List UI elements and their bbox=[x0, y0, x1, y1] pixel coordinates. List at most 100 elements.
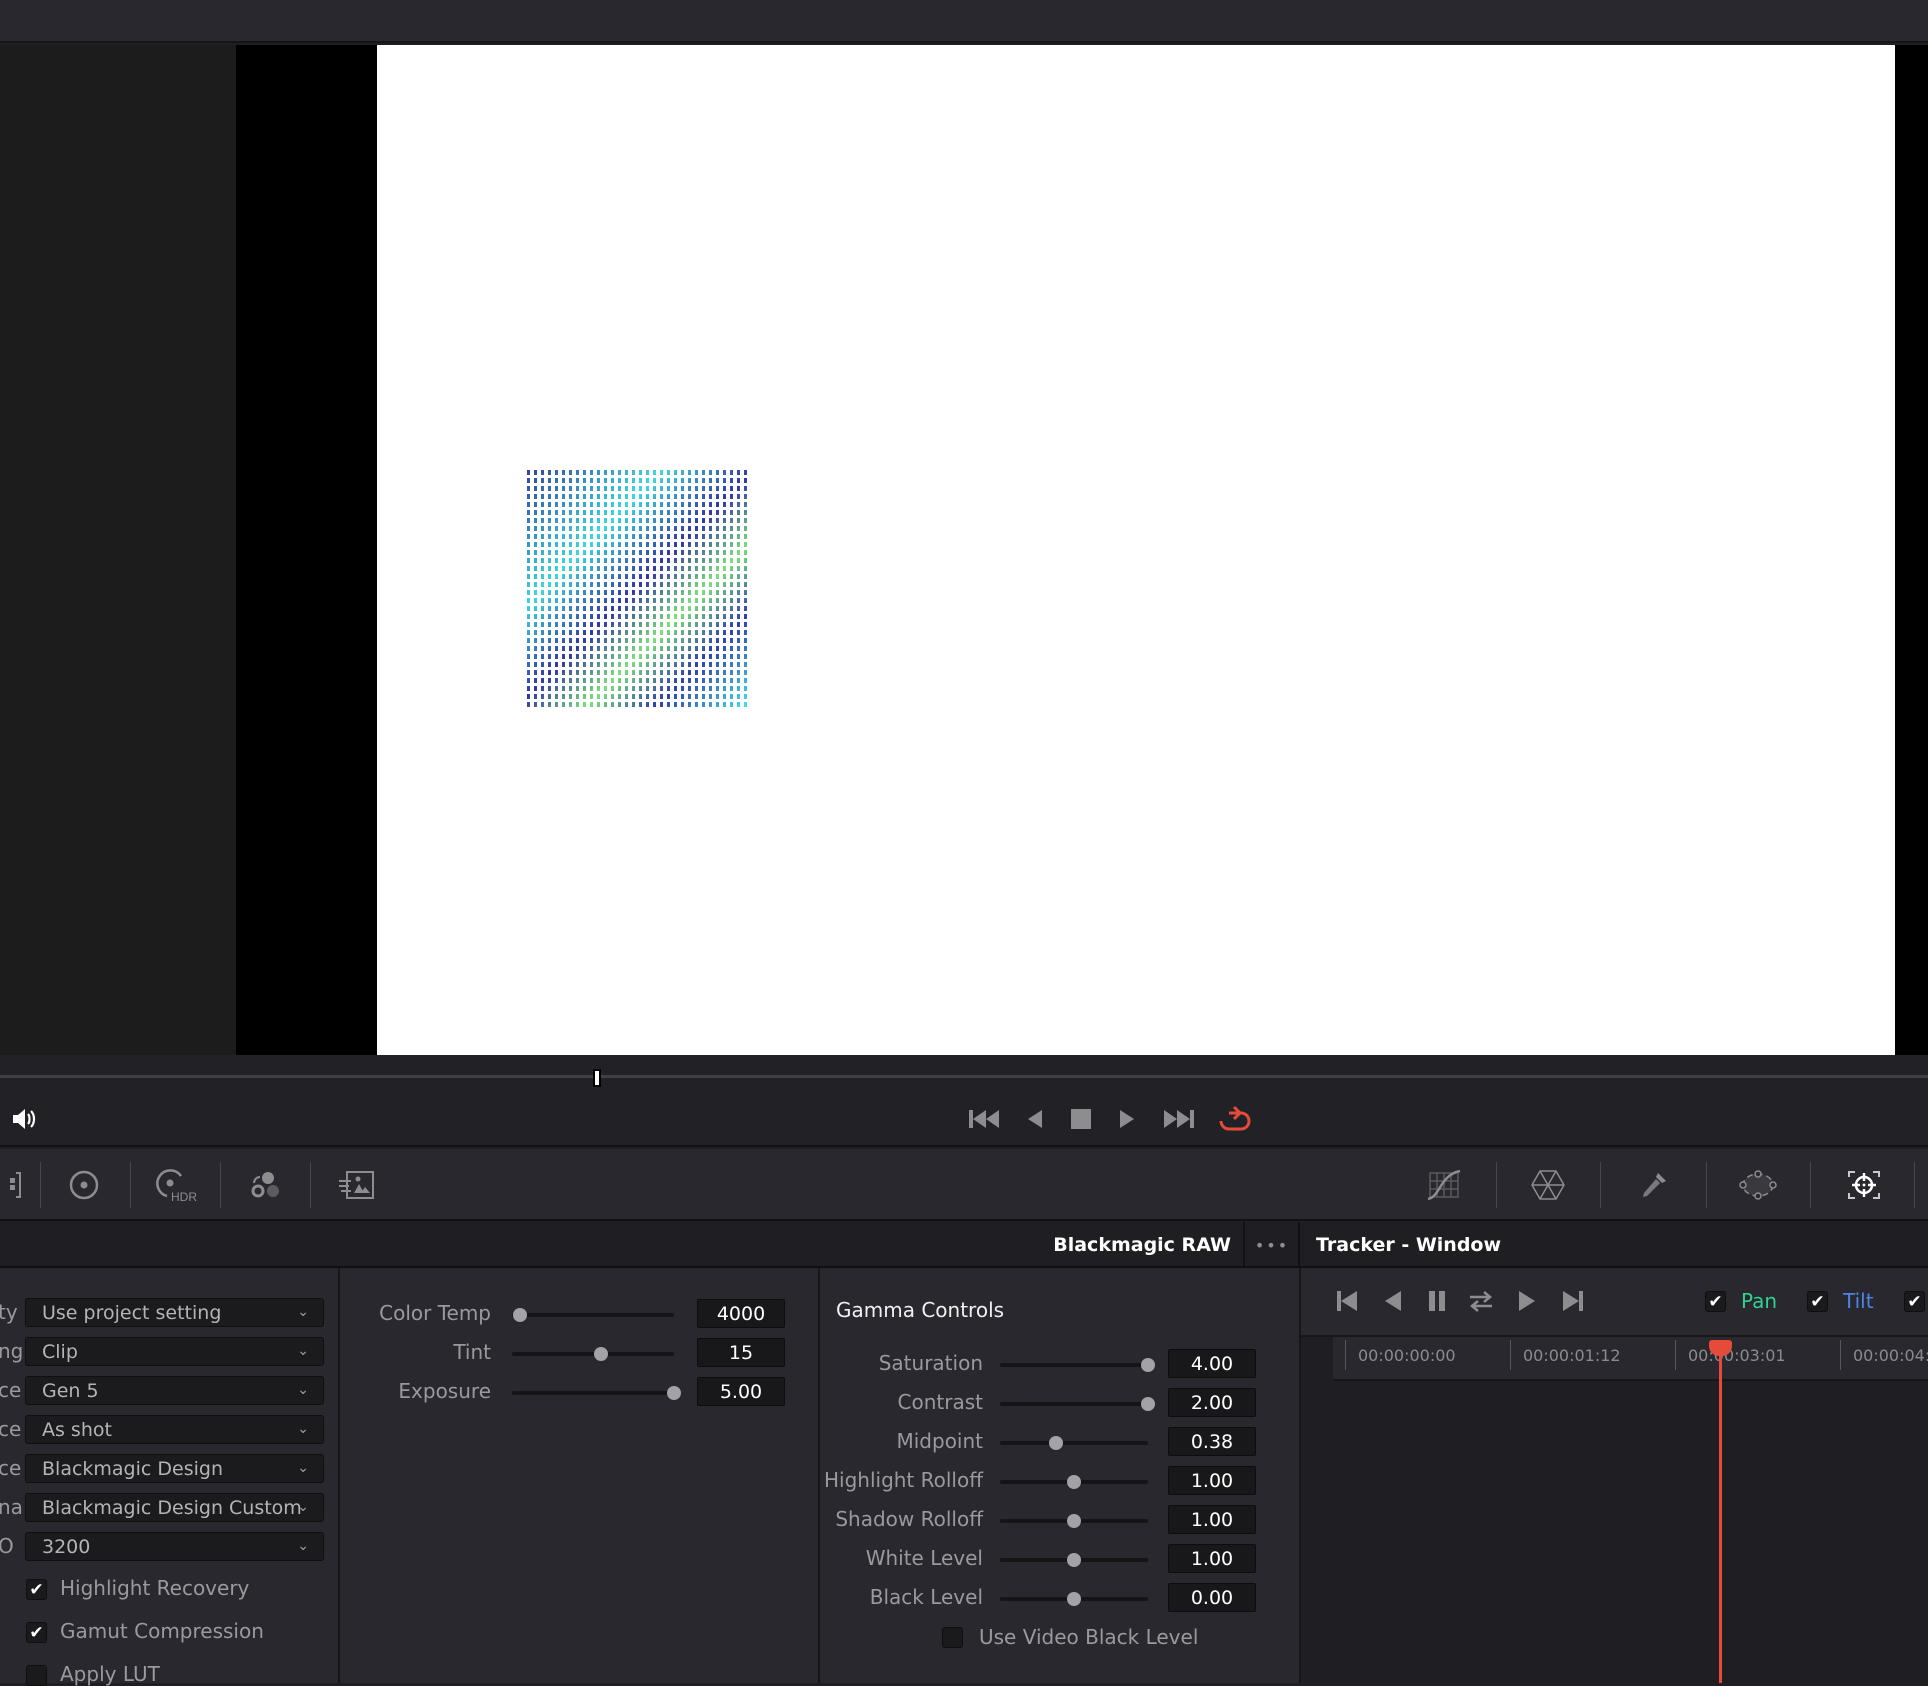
gamma-label: Contrast bbox=[897, 1390, 983, 1414]
tracker-option-checkbox[interactable]: ✔ bbox=[1807, 1291, 1828, 1312]
jump-to-end-button[interactable] bbox=[1158, 1102, 1198, 1136]
white-balance-value-field[interactable]: 4000 bbox=[697, 1299, 785, 1328]
raw-setting-select[interactable]: Use project setting ⌄ bbox=[25, 1298, 324, 1327]
white-balance-slider-knob[interactable] bbox=[667, 1386, 681, 1400]
track-forward-button[interactable] bbox=[1510, 1286, 1544, 1316]
skip-forward-icon bbox=[1164, 1110, 1194, 1128]
curves-tab[interactable] bbox=[1420, 1163, 1468, 1207]
ruler-tick bbox=[1510, 1340, 1511, 1370]
scrubber-bar[interactable] bbox=[0, 1055, 1928, 1090]
volume-button[interactable] bbox=[10, 1102, 40, 1136]
gamma-value-field[interactable]: 4.00 bbox=[1168, 1349, 1256, 1378]
reverse-button[interactable] bbox=[1020, 1102, 1050, 1136]
raw-option-checkbox[interactable]: ✔ bbox=[26, 1579, 47, 1600]
white-balance-slider[interactable] bbox=[512, 1386, 681, 1400]
toolbar-divider bbox=[1706, 1162, 1707, 1208]
toolbar-divider bbox=[130, 1162, 131, 1208]
gamma-slider-knob[interactable] bbox=[1141, 1358, 1155, 1372]
loop-button[interactable] bbox=[1215, 1102, 1255, 1136]
raw-setting-select[interactable]: Clip ⌄ bbox=[25, 1337, 324, 1366]
motion-effects-tab[interactable] bbox=[332, 1163, 380, 1207]
ruler-tick bbox=[1840, 1340, 1841, 1370]
panel-header-bar bbox=[0, 1222, 1928, 1268]
white-balance-slider-knob[interactable] bbox=[594, 1347, 609, 1361]
gamma-slider[interactable] bbox=[1000, 1514, 1148, 1528]
tracker-tab[interactable] bbox=[1840, 1163, 1888, 1207]
gamma-slider-knob[interactable] bbox=[1141, 1397, 1155, 1411]
scrubber-track[interactable] bbox=[0, 1075, 1928, 1078]
gamma-value-field[interactable]: 1.00 bbox=[1168, 1544, 1256, 1573]
play-button[interactable] bbox=[1112, 1102, 1142, 1136]
pause-button[interactable] bbox=[1420, 1286, 1454, 1316]
gamma-slider[interactable] bbox=[1000, 1397, 1155, 1411]
step-first-icon bbox=[1337, 1291, 1357, 1311]
toolbar-divider bbox=[1496, 1162, 1497, 1208]
gamma-slider-knob[interactable] bbox=[1067, 1553, 1081, 1567]
gamma-slider-knob[interactable] bbox=[1067, 1514, 1081, 1528]
white-balance-label: Tint bbox=[453, 1340, 491, 1364]
gamma-value-field[interactable]: 1.00 bbox=[1168, 1505, 1256, 1534]
raw-setting-select[interactable]: As shot ⌄ bbox=[25, 1415, 324, 1444]
chevron-down-icon: ⌄ bbox=[297, 1343, 309, 1359]
motion-effects-icon bbox=[339, 1171, 374, 1199]
jump-to-start-button[interactable] bbox=[965, 1102, 1005, 1136]
gamma-slider[interactable] bbox=[1000, 1358, 1155, 1372]
gamma-slider-knob[interactable] bbox=[1067, 1475, 1081, 1489]
use-video-black-level-checkbox[interactable] bbox=[942, 1627, 963, 1648]
tracker-option-label: Pan bbox=[1741, 1289, 1778, 1313]
raw-setting-select[interactable]: Blackmagic Design ⌄ bbox=[25, 1454, 324, 1483]
color-warper-icon bbox=[1531, 1170, 1565, 1200]
raw-option-label: Gamut Compression bbox=[60, 1619, 264, 1643]
white-balance-slider[interactable] bbox=[512, 1347, 674, 1361]
white-balance-slider-knob[interactable] bbox=[513, 1308, 528, 1322]
track-to-end-button[interactable] bbox=[1556, 1286, 1590, 1316]
gamma-slider[interactable] bbox=[1000, 1592, 1148, 1606]
white-balance-value-field[interactable]: 15 bbox=[697, 1338, 785, 1367]
color-chart-pattern bbox=[527, 467, 747, 707]
raw-option-checkbox[interactable]: ✔ bbox=[26, 1622, 47, 1643]
color-wheels-tab[interactable] bbox=[60, 1163, 108, 1207]
track-reverse-button[interactable] bbox=[1376, 1286, 1410, 1316]
gamma-slider-knob[interactable] bbox=[1067, 1592, 1081, 1606]
chevron-down-icon: ⌄ bbox=[297, 1460, 309, 1476]
raw-setting-select[interactable]: Gen 5 ⌄ bbox=[25, 1376, 324, 1405]
video-frame[interactable] bbox=[377, 45, 1895, 1055]
raw-setting-select[interactable]: 3200 ⌄ bbox=[25, 1532, 324, 1561]
track-to-start-button[interactable] bbox=[1330, 1286, 1364, 1316]
gamma-slider[interactable] bbox=[1000, 1475, 1148, 1489]
select-label-fragment: ng bbox=[0, 1339, 24, 1363]
gamma-value-field[interactable]: 0.38 bbox=[1168, 1427, 1256, 1456]
qualifier-icon bbox=[1643, 1173, 1666, 1197]
viewer-header-bar bbox=[0, 0, 1928, 43]
use-video-black-level-label: Use Video Black Level bbox=[979, 1625, 1199, 1649]
stop-button[interactable] bbox=[1066, 1102, 1096, 1136]
window-tab[interactable] bbox=[1734, 1163, 1782, 1207]
play-reverse-icon bbox=[1028, 1110, 1042, 1128]
hdr-wheels-icon: HDR bbox=[156, 1169, 197, 1204]
camera-raw-tab[interactable] bbox=[0, 1163, 34, 1207]
more-options-button[interactable]: ••• bbox=[1246, 1222, 1300, 1268]
hdr-wheels-tab[interactable]: HDR bbox=[148, 1163, 204, 1207]
tracker-playhead-line[interactable] bbox=[1719, 1350, 1722, 1683]
play-icon bbox=[1120, 1110, 1134, 1128]
rgb-mixer-tab[interactable] bbox=[240, 1163, 288, 1207]
raw-setting-select[interactable]: Blackmagic Design Custom ⌄ bbox=[25, 1493, 324, 1522]
gamma-value-field[interactable]: 2.00 bbox=[1168, 1388, 1256, 1417]
white-balance-value-field[interactable]: 5.00 bbox=[697, 1377, 785, 1406]
qualifier-tab[interactable] bbox=[1630, 1163, 1678, 1207]
gamma-slider[interactable] bbox=[1000, 1553, 1148, 1567]
viewer-left-margin bbox=[0, 45, 236, 1055]
white-balance-panel bbox=[340, 1268, 820, 1683]
track-both-button[interactable] bbox=[1464, 1286, 1498, 1316]
gamma-label: Shadow Rolloff bbox=[835, 1507, 983, 1531]
gamma-value-field[interactable]: 0.00 bbox=[1168, 1583, 1256, 1612]
chevron-down-icon: ⌄ bbox=[297, 1421, 309, 1437]
gamma-value-field[interactable]: 1.00 bbox=[1168, 1466, 1256, 1495]
gamma-slider[interactable] bbox=[1000, 1436, 1148, 1450]
tracker-option-checkbox[interactable]: ✔ bbox=[1705, 1291, 1726, 1312]
scrubber-playhead[interactable] bbox=[593, 1069, 601, 1087]
tracker-option-checkbox[interactable]: ✔ bbox=[1904, 1291, 1925, 1312]
white-balance-slider[interactable] bbox=[512, 1308, 674, 1322]
color-warper-tab[interactable] bbox=[1524, 1163, 1572, 1207]
ruler-tick bbox=[1675, 1340, 1676, 1370]
